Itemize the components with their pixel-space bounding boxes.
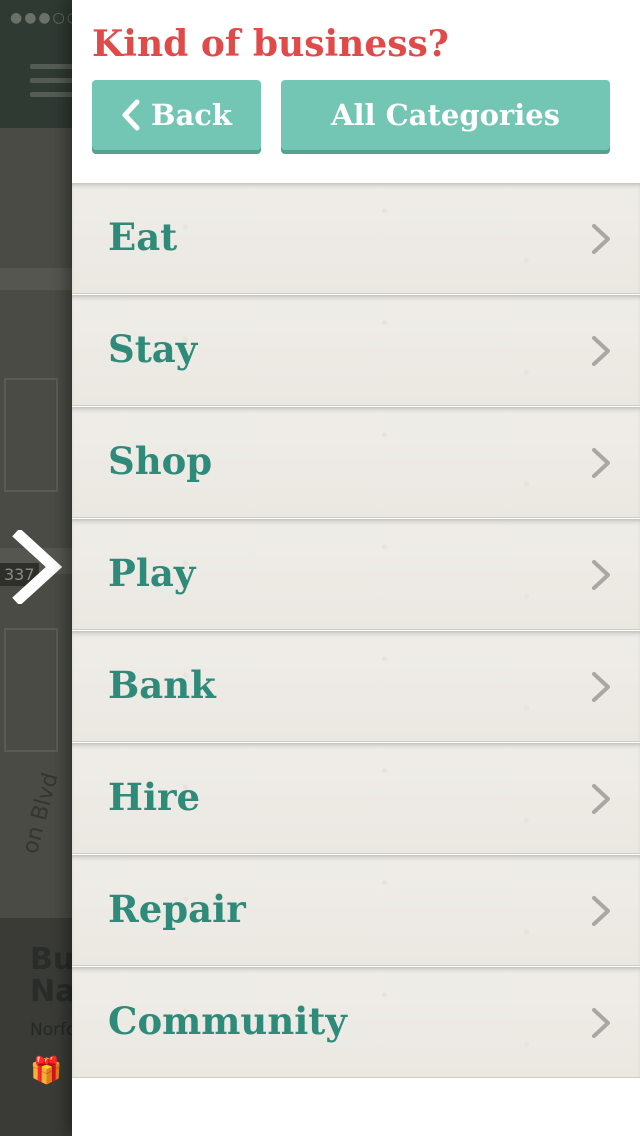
all-categories-button[interactable]: All Categories [281, 80, 610, 150]
category-item-repair[interactable]: Repair [72, 855, 640, 965]
chevron-right-icon [592, 1008, 610, 1038]
category-item-hire[interactable]: Hire [72, 743, 640, 853]
all-categories-label: All Categories [330, 98, 561, 132]
chevron-right-icon [592, 448, 610, 478]
category-item-bank[interactable]: Bank [72, 631, 640, 741]
chevron-right-icon [592, 336, 610, 366]
category-label: Community [108, 999, 347, 1043]
category-label: Shop [108, 439, 213, 483]
chevron-right-icon [592, 560, 610, 590]
back-button[interactable]: Back [92, 80, 261, 150]
chevron-right-icon[interactable] [10, 530, 66, 604]
category-item-community[interactable]: Community [72, 967, 640, 1077]
category-item-shop[interactable]: Shop [72, 407, 640, 517]
category-label: Hire [108, 775, 201, 819]
category-list: Eat Stay Shop Play Bank Hire Repair Comm… [72, 183, 640, 1079]
chevron-left-icon [122, 99, 140, 131]
category-item-eat[interactable]: Eat [72, 183, 640, 293]
back-button-label: Back [150, 98, 233, 132]
category-label: Play [108, 551, 196, 595]
category-label: Repair [108, 887, 246, 931]
hamburger-menu-icon[interactable] [30, 64, 74, 106]
category-label: Stay [108, 327, 198, 371]
gift-icon: 🎁 [30, 1056, 63, 1086]
category-label: Bank [108, 663, 216, 707]
chevron-right-icon [592, 672, 610, 702]
chevron-right-icon [592, 224, 610, 254]
status-bar-signal: ●●●○○ [10, 10, 82, 26]
category-label: Eat [108, 215, 178, 259]
category-drawer: Kind of business? Back All Categories Ea… [72, 0, 640, 1136]
category-item-stay[interactable]: Stay [72, 295, 640, 405]
category-item-play[interactable]: Play [72, 519, 640, 629]
business-location: Norfo [30, 1020, 77, 1040]
page-title: Kind of business? [92, 23, 449, 65]
chevron-right-icon [592, 784, 610, 814]
chevron-right-icon [592, 896, 610, 926]
